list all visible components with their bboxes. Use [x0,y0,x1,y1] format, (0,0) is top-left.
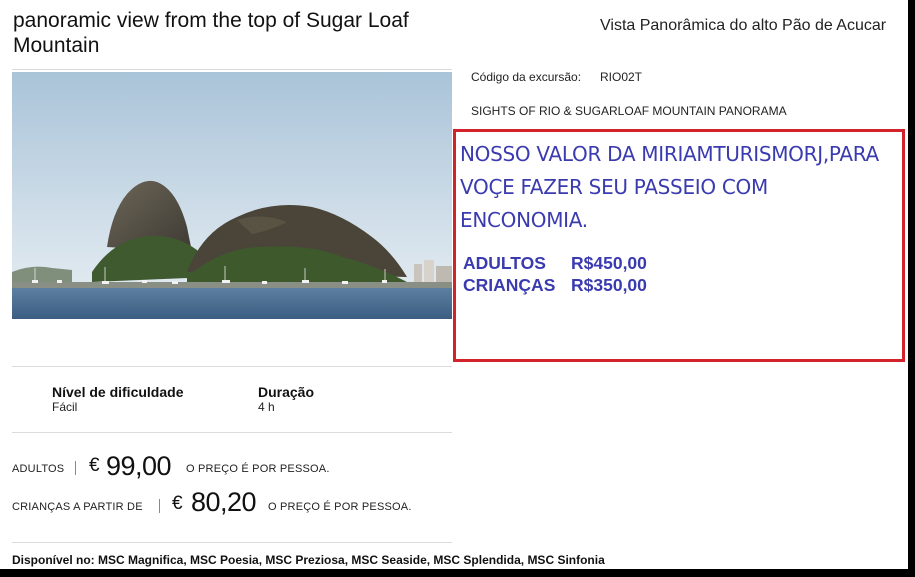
promo-children-label: CRIANÇAS [463,275,556,295]
available-ships: Disponível no: MSC Magnifica, MSC Poesia… [12,553,605,567]
children-price-note: O PREÇO É POR PESSOA. [268,501,412,513]
adults-currency: € [89,455,100,476]
promo-adults: ADULTOS R$450,00 [463,252,647,274]
divider [12,432,452,433]
promo-box: NOSSO VALOR DA MIRIAMTURISMORJ,PARA VOÇE… [453,129,905,362]
page-title: panoramic view from the top of Sugar Loa… [13,9,409,57]
separator [75,461,76,475]
promo-children-price: R$350,00 [571,275,647,295]
adults-amount: 99,00 [106,451,172,481]
excursion-code: Código da excursão: RIO02T [471,70,642,84]
divider [12,542,452,543]
promo-prices: ADULTOS R$450,00 CRIANÇAS R$350,00 [463,252,647,296]
children-amount: 80,20 [191,487,257,517]
promo-adults-label: ADULTOS [463,253,546,273]
promo-children: CRIANÇAS R$350,00 [463,274,647,296]
code-value: RIO02T [600,70,643,84]
difficulty-label: Nível de dificuldade [52,384,184,400]
children-price-label: CRIANÇAS A PARTIR DE [12,501,143,513]
excursion-page: panoramic view from the top of Sugar Loa… [0,0,908,569]
divider [12,366,452,367]
adults-price-note: O PREÇO É POR PESSOA. [186,463,330,475]
duration-value: 4 h [258,400,275,414]
difficulty-value: Fácil [52,400,78,414]
children-currency: € [172,493,183,514]
separator [159,499,160,513]
portuguese-title: Vista Panorâmica do alto Pão de Acucar [600,17,887,34]
sugarloaf-photo [12,72,452,319]
divider [12,69,452,70]
promo-text: NOSSO VALOR DA MIRIAMTURISMORJ,PARA VOÇE… [460,142,879,232]
promo-adults-price: R$450,00 [571,253,647,273]
excursion-subtitle: SIGHTS OF RIO & SUGARLOAF MOUNTAIN PANOR… [471,104,787,118]
code-label: Código da excursão: [471,70,582,84]
duration-label: Duração [258,384,315,400]
adults-price-label: ADULTOS [12,463,65,475]
